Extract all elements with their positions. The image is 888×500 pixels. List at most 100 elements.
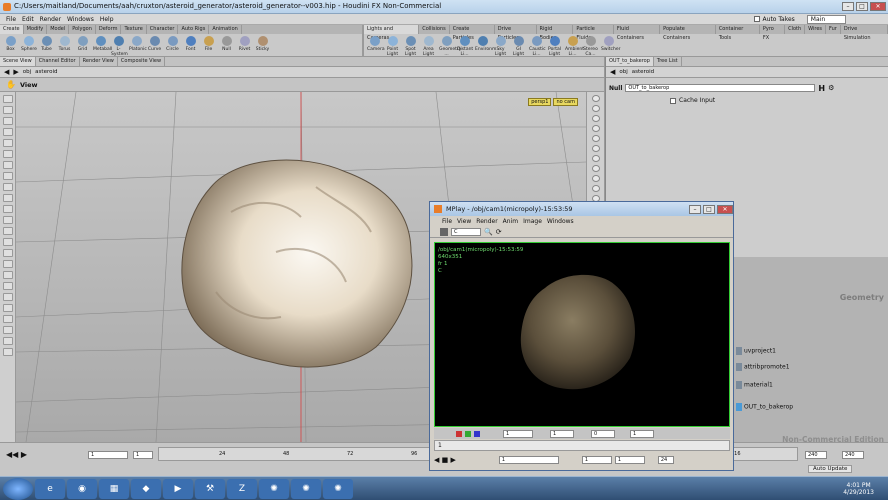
shelf-right-tab-0[interactable]: Lights and Cameras bbox=[364, 25, 420, 41]
cache-input-checkbox[interactable] bbox=[670, 97, 676, 104]
display-option-icon[interactable] bbox=[591, 155, 600, 162]
scene-view-tab-3[interactable]: Composite View bbox=[118, 57, 166, 66]
player-icon[interactable]: ▶ bbox=[163, 478, 193, 499]
shelf-right-tab-10[interactable]: Cloth bbox=[785, 25, 806, 34]
viewport-tool-icon[interactable] bbox=[2, 117, 13, 125]
houdini-icon[interactable]: ✺ bbox=[323, 478, 353, 499]
viewport-tool-icon[interactable] bbox=[2, 216, 13, 224]
shelf-left-tool-8[interactable]: Curve bbox=[147, 36, 162, 57]
shelf-right-tool-11[interactable]: Ambient Li... bbox=[565, 36, 584, 57]
shelf-right-tool-2[interactable]: Spot Light bbox=[403, 36, 418, 57]
shelf-left-tool-1[interactable]: Sphere bbox=[21, 36, 37, 57]
minimize-button[interactable]: – bbox=[842, 2, 854, 11]
shelf-right-tab-4[interactable]: Rigid Bodies bbox=[537, 25, 574, 41]
color-swatch-icon[interactable] bbox=[440, 227, 448, 236]
frame-end-global-input[interactable]: 240 bbox=[842, 451, 864, 459]
display-option-icon[interactable] bbox=[591, 125, 600, 132]
display-option-icon[interactable] bbox=[591, 105, 600, 112]
shelf-left-tool-7[interactable]: Platonic bbox=[129, 36, 147, 57]
shelf-left-tab-8[interactable]: Animation bbox=[209, 25, 242, 34]
persp-camera-badge[interactable]: persp1 bbox=[528, 98, 552, 106]
shelf-right-tab-2[interactable]: Create Particles bbox=[450, 25, 495, 41]
node-name-input[interactable]: OUT_to_bakerop bbox=[625, 84, 816, 92]
menu-render[interactable]: Render bbox=[40, 16, 61, 23]
mplay-menu-view[interactable]: View bbox=[457, 218, 471, 225]
shelf-right-tab-1[interactable]: Collisions bbox=[419, 25, 450, 34]
viewport-tool-icon[interactable] bbox=[2, 95, 13, 103]
shelf-left-tab-0[interactable]: Create bbox=[0, 25, 24, 34]
mplay-maximize-button[interactable]: □ bbox=[703, 204, 715, 214]
shelf-right-tool-7[interactable]: Sky Light bbox=[493, 36, 508, 57]
shelf-right-tool-0[interactable]: Camera bbox=[367, 36, 385, 57]
viewport-tool-icon[interactable] bbox=[2, 183, 13, 191]
shelf-left-tool-13[interactable]: Rivet bbox=[237, 36, 252, 57]
green-channel-icon[interactable] bbox=[465, 430, 471, 437]
viewport-tool-icon[interactable] bbox=[2, 205, 13, 213]
display-option-icon[interactable] bbox=[591, 185, 600, 192]
shelf-right-tool-4[interactable]: Geometry ... bbox=[439, 36, 461, 57]
mplay-fps-input[interactable]: 24 bbox=[657, 456, 674, 464]
shelf-left-tab-7[interactable]: Auto Rigs bbox=[178, 25, 210, 34]
shelf-right-tool-10[interactable]: Portal Light bbox=[547, 36, 562, 57]
mplay-frame-current-input[interactable]: 1 bbox=[614, 456, 645, 464]
close-button[interactable]: ✕ bbox=[870, 2, 886, 11]
filezilla-icon[interactable]: Z bbox=[227, 478, 257, 499]
tool-icon[interactable]: ⚒ bbox=[195, 478, 225, 499]
shelf-left-tool-3[interactable]: Torus bbox=[57, 36, 72, 57]
shelf-right-tab-6[interactable]: Fluid Containers bbox=[614, 25, 661, 41]
mplay-frame-start-input[interactable]: 1 bbox=[498, 456, 559, 464]
chrome-icon[interactable]: ◉ bbox=[67, 478, 97, 499]
shelf-right-tool-9[interactable]: Caustic Li... bbox=[529, 36, 546, 57]
menu-edit[interactable]: Edit bbox=[22, 16, 34, 23]
node-out-to-bakerop[interactable]: OUT_to_bakerop bbox=[736, 403, 793, 411]
back-arrow-icon[interactable]: ◀ bbox=[4, 68, 9, 76]
channel-select[interactable]: C bbox=[451, 227, 481, 236]
param-pane-tab-0[interactable]: OUT_to_bakerop bbox=[606, 57, 654, 66]
houdini-icon[interactable]: ✺ bbox=[259, 478, 289, 499]
scale-input[interactable]: 1 bbox=[630, 429, 654, 438]
playback-controls-icon[interactable]: ◀◀ ▶ bbox=[6, 450, 27, 459]
display-option-icon[interactable] bbox=[591, 165, 600, 172]
frame-end-input[interactable]: 240 bbox=[805, 451, 827, 459]
viewport-tool-icon[interactable] bbox=[2, 150, 13, 158]
gear-icon[interactable]: ⚙ bbox=[828, 84, 834, 92]
shelf-left-tool-11[interactable]: File bbox=[201, 36, 216, 57]
viewport-tool-icon[interactable] bbox=[2, 106, 13, 114]
view-hand-icon[interactable]: ✋ bbox=[6, 80, 16, 89]
zoom-icon[interactable]: 🔍 bbox=[484, 228, 493, 236]
viewport-tool-icon[interactable] bbox=[2, 172, 13, 180]
mplay-menu-anim[interactable]: Anim bbox=[503, 218, 518, 225]
shelf-left-tab-5[interactable]: Texture bbox=[121, 25, 147, 34]
param-path-asteroid[interactable]: asteroid bbox=[632, 69, 654, 75]
viewport-tool-icon[interactable] bbox=[2, 348, 13, 356]
network-pane[interactable]: Geometry uvproject1 attribpromote1 mater… bbox=[733, 257, 888, 444]
viewport-tool-icon[interactable] bbox=[2, 260, 13, 268]
path-asteroid[interactable]: asteroid bbox=[35, 69, 57, 75]
viewport-tool-icon[interactable] bbox=[2, 293, 13, 301]
shelf-left-tool-0[interactable]: Box bbox=[3, 36, 18, 57]
no-cam-badge[interactable]: no cam bbox=[553, 98, 578, 106]
windows-start-icon[interactable] bbox=[3, 477, 33, 500]
shelf-left-tool-12[interactable]: Null bbox=[219, 36, 234, 57]
param-pane-tab-1[interactable]: Tree List bbox=[654, 57, 682, 66]
shelf-right-tab-8[interactable]: Container Tools bbox=[716, 25, 760, 41]
houdini-icon[interactable]: ✺ bbox=[291, 478, 321, 499]
mplay-menu-file[interactable]: File bbox=[442, 218, 452, 225]
unity-icon[interactable]: ◆ bbox=[131, 478, 161, 499]
node-uvproject[interactable]: uvproject1 bbox=[736, 347, 776, 355]
mplay-menu-windows[interactable]: Windows bbox=[547, 218, 574, 225]
ie-icon[interactable]: e bbox=[35, 478, 65, 499]
shelf-left-tab-1[interactable]: Modify bbox=[24, 25, 48, 34]
node-attribpromote[interactable]: attribpromote1 bbox=[736, 363, 790, 371]
shelf-left-tool-6[interactable]: L-System bbox=[111, 36, 128, 57]
shelf-right-tool-5[interactable]: Distant Li... bbox=[457, 36, 473, 57]
scene-view-tab-2[interactable]: Render View bbox=[80, 57, 118, 66]
shelf-right-tab-12[interactable]: Fur bbox=[826, 25, 841, 34]
shelf-right-tab-13[interactable]: Drive Simulation bbox=[841, 25, 888, 41]
mplay-play-controls-icon[interactable]: ◀ ■ ▶ bbox=[434, 456, 456, 464]
refresh-icon[interactable]: ⟳ bbox=[496, 228, 502, 236]
maximize-button[interactable]: □ bbox=[856, 2, 868, 11]
shelf-left-tab-4[interactable]: Deform bbox=[96, 25, 122, 34]
display-option-icon[interactable] bbox=[591, 135, 600, 142]
scene-view-tab-0[interactable]: Scene View bbox=[0, 57, 36, 66]
